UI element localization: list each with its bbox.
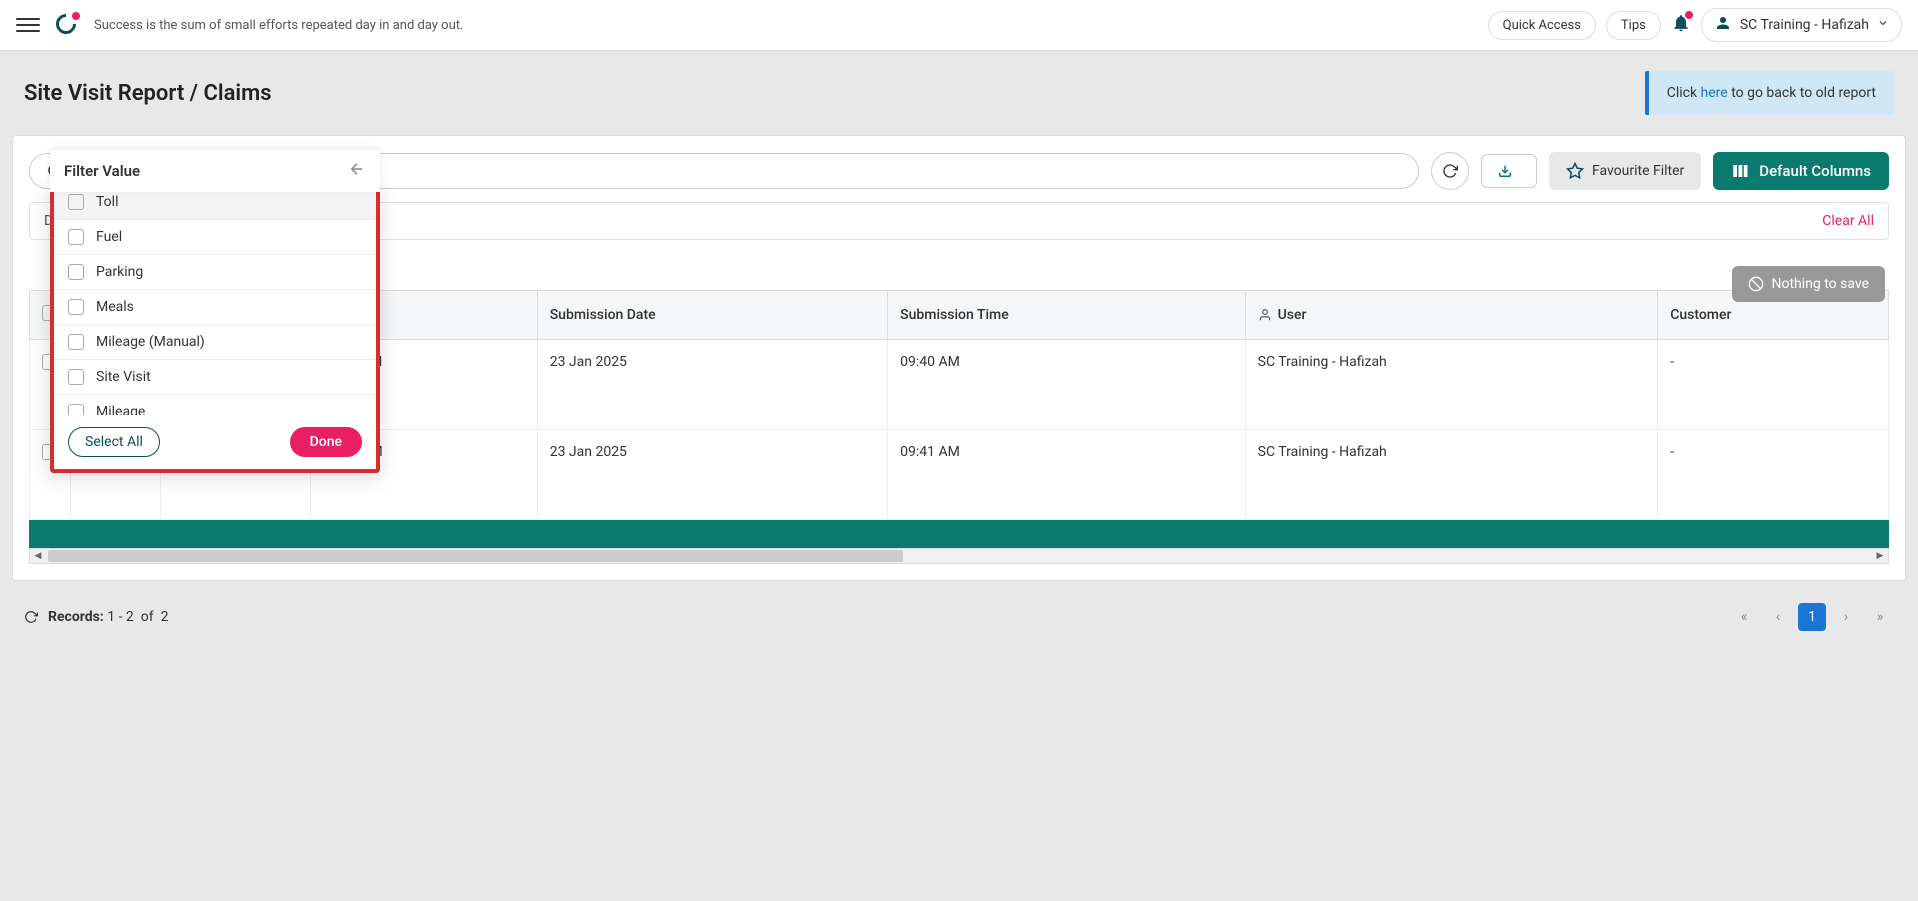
- nothing-to-save-badge: Nothing to save: [1732, 266, 1886, 302]
- user-header[interactable]: User: [1245, 291, 1658, 340]
- checkbox[interactable]: [68, 299, 84, 315]
- done-button[interactable]: Done: [290, 427, 362, 457]
- user-dropdown[interactable]: SC Training - Hafizah: [1701, 8, 1902, 42]
- bottom-bar: Records: 1 - 2 of 2 « ‹ 1 › »: [0, 593, 1918, 641]
- export-button[interactable]: [1481, 154, 1537, 188]
- info-banner: Click here to go back to old report: [1645, 71, 1894, 115]
- cell-submission-date: 23 Jan 2025: [537, 340, 887, 430]
- top-bar: Success is the sum of small efforts repe…: [0, 0, 1918, 51]
- no-save-icon: [1748, 276, 1764, 292]
- filter-value-popup: Toll Fuel Parking Meals Mileage (Manual)…: [50, 185, 380, 473]
- quick-access-button[interactable]: Quick Access: [1488, 11, 1596, 40]
- filter-option-fuel[interactable]: Fuel: [54, 220, 376, 255]
- filter-options-list: Toll Fuel Parking Meals Mileage (Manual)…: [54, 185, 376, 415]
- checkbox[interactable]: [68, 334, 84, 350]
- filter-popup-footer: Select All Done: [54, 415, 376, 469]
- cell-user: SC Training - Hafizah: [1245, 430, 1658, 520]
- select-all-button[interactable]: Select All: [68, 427, 160, 457]
- filter-option-mileage-manual[interactable]: Mileage (Manual): [54, 325, 376, 360]
- cell-customer: -: [1658, 340, 1889, 430]
- chevron-down-icon: [1877, 17, 1889, 33]
- pager-page-1[interactable]: 1: [1798, 603, 1826, 631]
- download-icon: [1498, 164, 1512, 178]
- scroll-left-arrow-icon[interactable]: ◀: [30, 549, 46, 563]
- cell-user: SC Training - Hafizah: [1245, 340, 1658, 430]
- checkbox[interactable]: [68, 194, 84, 210]
- submission-time-header[interactable]: Submission Time: [888, 291, 1245, 340]
- pager-first-icon[interactable]: «: [1730, 603, 1758, 631]
- scroll-thumb[interactable]: [48, 550, 903, 562]
- notifications-icon[interactable]: [1671, 13, 1691, 37]
- app-logo-icon[interactable]: [56, 14, 78, 36]
- filter-popup-title: Filter Value: [64, 162, 140, 180]
- filter-popup-header: Filter Value: [50, 150, 380, 192]
- clear-all-button[interactable]: Clear All: [1822, 213, 1874, 229]
- pagination: « ‹ 1 › »: [1730, 603, 1894, 631]
- tips-button[interactable]: Tips: [1606, 11, 1661, 40]
- columns-icon: [1731, 162, 1749, 180]
- user-icon: [1714, 14, 1732, 36]
- checkbox[interactable]: [68, 369, 84, 385]
- user-header-icon: [1258, 308, 1272, 322]
- checkbox[interactable]: [68, 229, 84, 245]
- default-columns-button[interactable]: Default Columns: [1713, 152, 1889, 190]
- star-icon: [1566, 162, 1584, 180]
- submission-date-header[interactable]: Submission Date: [537, 291, 887, 340]
- checkbox[interactable]: [68, 264, 84, 280]
- pager-next-icon[interactable]: ›: [1832, 603, 1860, 631]
- filter-back-arrow-icon[interactable]: [348, 160, 366, 182]
- filter-option-parking[interactable]: Parking: [54, 255, 376, 290]
- pager-prev-icon[interactable]: ‹: [1764, 603, 1792, 631]
- checkbox[interactable]: [68, 404, 84, 415]
- cell-submission-time: 09:41 AM: [888, 430, 1245, 520]
- refresh-records-icon[interactable]: [24, 610, 38, 624]
- filter-option-mileage[interactable]: Mileage: [54, 395, 376, 415]
- hamburger-menu-icon[interactable]: [16, 13, 40, 37]
- cell-submission-date: 23 Jan 2025: [537, 430, 887, 520]
- cell-customer: -: [1658, 430, 1889, 520]
- favourite-filter-button[interactable]: Favourite Filter: [1549, 152, 1701, 190]
- scroll-right-arrow-icon[interactable]: ▶: [1872, 549, 1888, 563]
- page-title: Site Visit Report / Claims: [24, 81, 272, 106]
- header-quote: Success is the sum of small efforts repe…: [94, 18, 1472, 33]
- refresh-icon: [1442, 163, 1458, 179]
- filter-option-site-visit[interactable]: Site Visit: [54, 360, 376, 395]
- top-right-actions: Quick Access Tips SC Training - Hafizah: [1488, 8, 1902, 42]
- table-footer-bar: [29, 520, 1889, 548]
- cell-submission-time: 09:40 AM: [888, 340, 1245, 430]
- page-header: Site Visit Report / Claims Click here to…: [0, 51, 1918, 135]
- old-report-link[interactable]: here: [1701, 85, 1728, 101]
- refresh-button[interactable]: [1431, 152, 1469, 190]
- filter-option-meals[interactable]: Meals: [54, 290, 376, 325]
- horizontal-scrollbar[interactable]: ◀ ▶: [29, 548, 1889, 564]
- records-info: Records: 1 - 2 of 2: [24, 609, 168, 625]
- pager-last-icon[interactable]: »: [1866, 603, 1894, 631]
- user-name: SC Training - Hafizah: [1740, 17, 1869, 33]
